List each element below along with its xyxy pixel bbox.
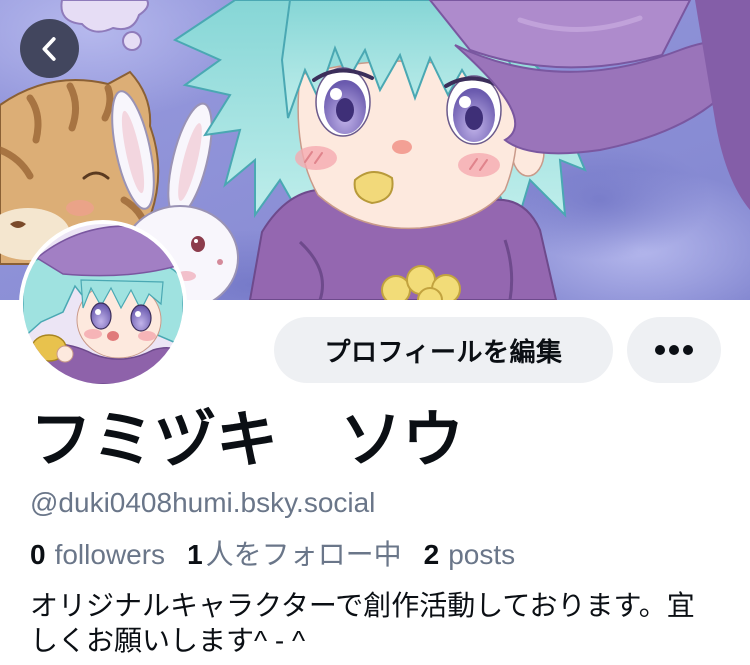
- posts-count: 2: [423, 539, 440, 570]
- chevron-left-icon: [35, 34, 65, 64]
- followers-label: followers: [54, 539, 166, 570]
- handle: @duki0408humi.bsky.social: [30, 487, 376, 518]
- following-stat[interactable]: 1 人をフォロー中: [187, 537, 402, 573]
- bio: オリジナルキャラクターで創作活動しております。宜しくお願いします^ - ^: [30, 590, 695, 656]
- display-name: フミヅキ ソウ: [30, 406, 465, 475]
- profile-stats: 0 followers 1 人をフォロー中 2 posts: [30, 537, 515, 573]
- posts-label: posts: [448, 539, 516, 570]
- followers-count: 0: [30, 539, 46, 570]
- followers-stat[interactable]: 0 followers: [30, 537, 165, 573]
- following-label: 人をフォロー中: [205, 539, 402, 570]
- more-horizontal-icon: [654, 344, 694, 356]
- profile-screen: プロフィールを編集 フミヅキ ソウ @duki0408humi.bsky.soc…: [0, 0, 750, 665]
- avatar-illustration: [23, 224, 183, 384]
- more-options-button[interactable]: [627, 317, 721, 383]
- posts-stat: 2 posts: [424, 537, 516, 573]
- avatar[interactable]: [19, 220, 187, 388]
- following-count: 1: [187, 539, 203, 570]
- back-button[interactable]: [20, 19, 79, 78]
- edit-profile-button[interactable]: プロフィールを編集: [274, 317, 613, 383]
